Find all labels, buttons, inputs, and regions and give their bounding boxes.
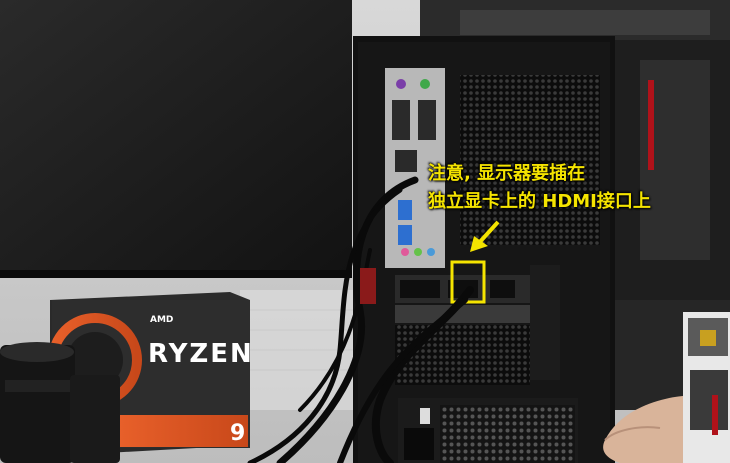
monitor (0, 0, 352, 278)
cable-plug (360, 268, 376, 304)
photo-scene: AMD RYZEN 9 (0, 0, 730, 463)
box-tier: 9 (230, 421, 245, 446)
annotation-caption: 注意, 显示器要插在 独立显卡上的 HDMI接口上 (428, 160, 728, 216)
annotation-line-1: 注意, 显示器要插在 (428, 163, 586, 184)
box-brand: AMD (150, 315, 173, 325)
annotation-line-2: 独立显卡上的 HDMI接口上 (428, 191, 651, 212)
pc-case (353, 36, 615, 463)
box-model: RYZEN (148, 339, 254, 369)
inset-thumbnail (683, 312, 730, 463)
